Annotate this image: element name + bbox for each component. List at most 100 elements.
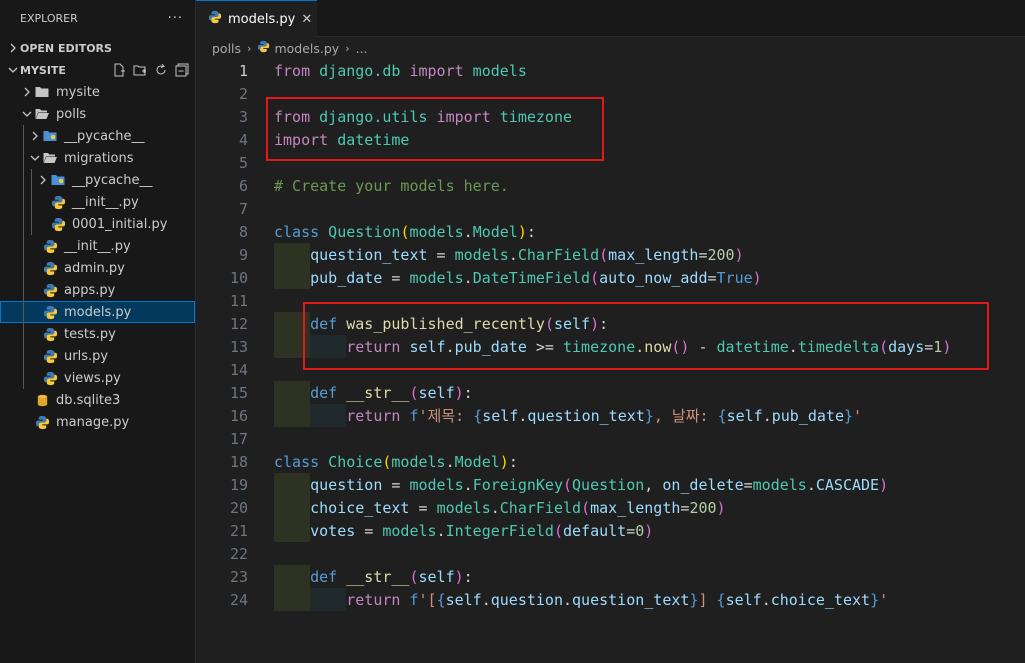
collapse-all-icon[interactable]	[175, 63, 189, 77]
code-token: question	[490, 590, 563, 609]
line-number: 1	[238, 61, 248, 80]
project-section[interactable]: MYSITE	[0, 59, 195, 81]
code-token: question	[274, 475, 383, 494]
line-number: 17	[229, 429, 248, 448]
tree-item-polls[interactable]: polls	[0, 103, 195, 125]
indent-guide	[31, 169, 32, 191]
python-file-icon	[208, 10, 222, 28]
tree-item-manage-py[interactable]: manage.py	[0, 411, 195, 433]
code-token: )	[454, 383, 464, 402]
line-number: 11	[229, 291, 248, 310]
code-line: 4 import datetime	[196, 128, 1025, 151]
tree-item-label: manage.py	[56, 414, 130, 430]
chevron-right-icon	[20, 87, 34, 97]
code-editor[interactable]: 1 from django.db import models 2 3 from djan…	[196, 59, 1025, 611]
tree-item-models-py[interactable]: models.py	[0, 301, 195, 323]
chevron-right-icon	[28, 131, 42, 141]
code-token: self	[418, 383, 455, 402]
tab-models-py[interactable]: models.py ✕	[196, 0, 317, 37]
chevron-right-icon: ›	[247, 41, 252, 55]
tree-item-migrations[interactable]: migrations	[0, 147, 195, 169]
tree-item-tests-py[interactable]: tests.py	[0, 323, 195, 345]
code-text: question_text = models.CharField(max_len…	[274, 246, 744, 264]
breadcrumb-symbol[interactable]: ...	[356, 41, 368, 56]
indent-guide	[31, 213, 32, 235]
open-editors-section[interactable]: OPEN EDITORS	[0, 37, 195, 59]
line-number: 4	[238, 130, 248, 149]
code-token: models	[409, 268, 464, 287]
code-token: .	[563, 590, 573, 609]
code-token: timezone	[490, 107, 573, 126]
code-line: 22	[196, 542, 1025, 565]
code-line: 24 return f'[{self.question.question_tex…	[196, 588, 1025, 611]
refresh-icon[interactable]	[154, 63, 168, 77]
code-token: .	[762, 407, 772, 425]
code-token: '제목:	[418, 407, 474, 425]
code-token: .	[445, 337, 455, 356]
code-token: .	[463, 475, 473, 494]
tree-item-label: admin.py	[64, 260, 125, 276]
code-token: {	[716, 590, 726, 609]
code-text: from django.db import models	[274, 62, 527, 80]
code-token: self	[418, 567, 455, 586]
code-token: self	[482, 407, 519, 425]
code-token: models	[409, 222, 464, 241]
code-token: {	[436, 590, 446, 609]
tree-item-admin-py[interactable]: admin.py	[0, 257, 195, 279]
code-token: :	[463, 383, 473, 402]
code-token: on_delete	[662, 475, 744, 494]
code-token: '	[853, 407, 863, 425]
code-token: :	[526, 222, 536, 241]
new-file-icon[interactable]	[112, 63, 126, 77]
new-folder-icon[interactable]	[133, 63, 147, 77]
tree-item-pycache[interactable]: __pycache__	[0, 125, 195, 147]
line-number: 6	[238, 176, 248, 195]
code-token: -	[689, 337, 717, 356]
tree-item-init-py[interactable]: __init__.py	[0, 191, 195, 213]
tree-item-db-sqlite3[interactable]: db.sqlite3	[0, 389, 195, 411]
code-token: pub_date	[454, 337, 527, 356]
code-line: 6 # Create your models here.	[196, 174, 1025, 197]
code-line: 23 def __str__(self):	[196, 565, 1025, 588]
close-icon[interactable]: ✕	[301, 12, 312, 27]
code-token: ()	[671, 337, 690, 356]
code-line: 17	[196, 427, 1025, 450]
explorer-sidebar: EXPLORER ··· OPEN EDITORS MYSITE mysite p…	[0, 0, 196, 663]
code-token: self	[553, 314, 591, 333]
code-token: )	[716, 498, 726, 517]
breadcrumb-folder[interactable]: polls	[212, 41, 241, 56]
tree-item-pycache[interactable]: __pycache__	[0, 169, 195, 191]
tree-item-0001-initial-py[interactable]: 0001_initial.py	[0, 213, 195, 235]
code-line: 2	[196, 82, 1025, 105]
line-number: 7	[238, 199, 248, 218]
tree-item-init-py[interactable]: __init__.py	[0, 235, 195, 257]
tree-item-label: 0001_initial.py	[72, 216, 168, 232]
tree-item-label: __pycache__	[72, 172, 153, 188]
tree-item-apps-py[interactable]: apps.py	[0, 279, 195, 301]
code-token: .	[761, 590, 771, 609]
folder-open-icon	[34, 106, 50, 122]
indent-guide	[23, 279, 24, 301]
tab-bar: models.py ✕	[196, 0, 1025, 37]
code-token: datetime	[716, 337, 789, 356]
code-line: 12 def was_published_recently(self):	[196, 312, 1025, 335]
line-number: 19	[229, 475, 248, 494]
indent-guide	[23, 169, 24, 191]
breadcrumb-file[interactable]: models.py	[274, 41, 339, 56]
code-token: ]	[698, 590, 717, 609]
folder-open-icon	[42, 150, 58, 166]
code-token: choice_text	[770, 590, 871, 609]
tree-item-views-py[interactable]: views.py	[0, 367, 195, 389]
code-line: 16 return f'제목: {self.question_text}, 날짜…	[196, 404, 1025, 427]
line-number: 14	[229, 360, 248, 379]
code-token: )	[590, 314, 600, 333]
tree-item-label: urls.py	[64, 348, 109, 364]
tree-item-urls-py[interactable]: urls.py	[0, 345, 195, 367]
code-token: =	[707, 268, 717, 287]
tree-item-label: mysite	[56, 84, 100, 100]
tree-item-mysite[interactable]: mysite	[0, 81, 195, 103]
code-token: def	[274, 383, 338, 402]
code-token: question_text	[527, 407, 645, 425]
more-actions-icon[interactable]: ···	[168, 11, 183, 26]
indent-guide	[23, 345, 24, 367]
